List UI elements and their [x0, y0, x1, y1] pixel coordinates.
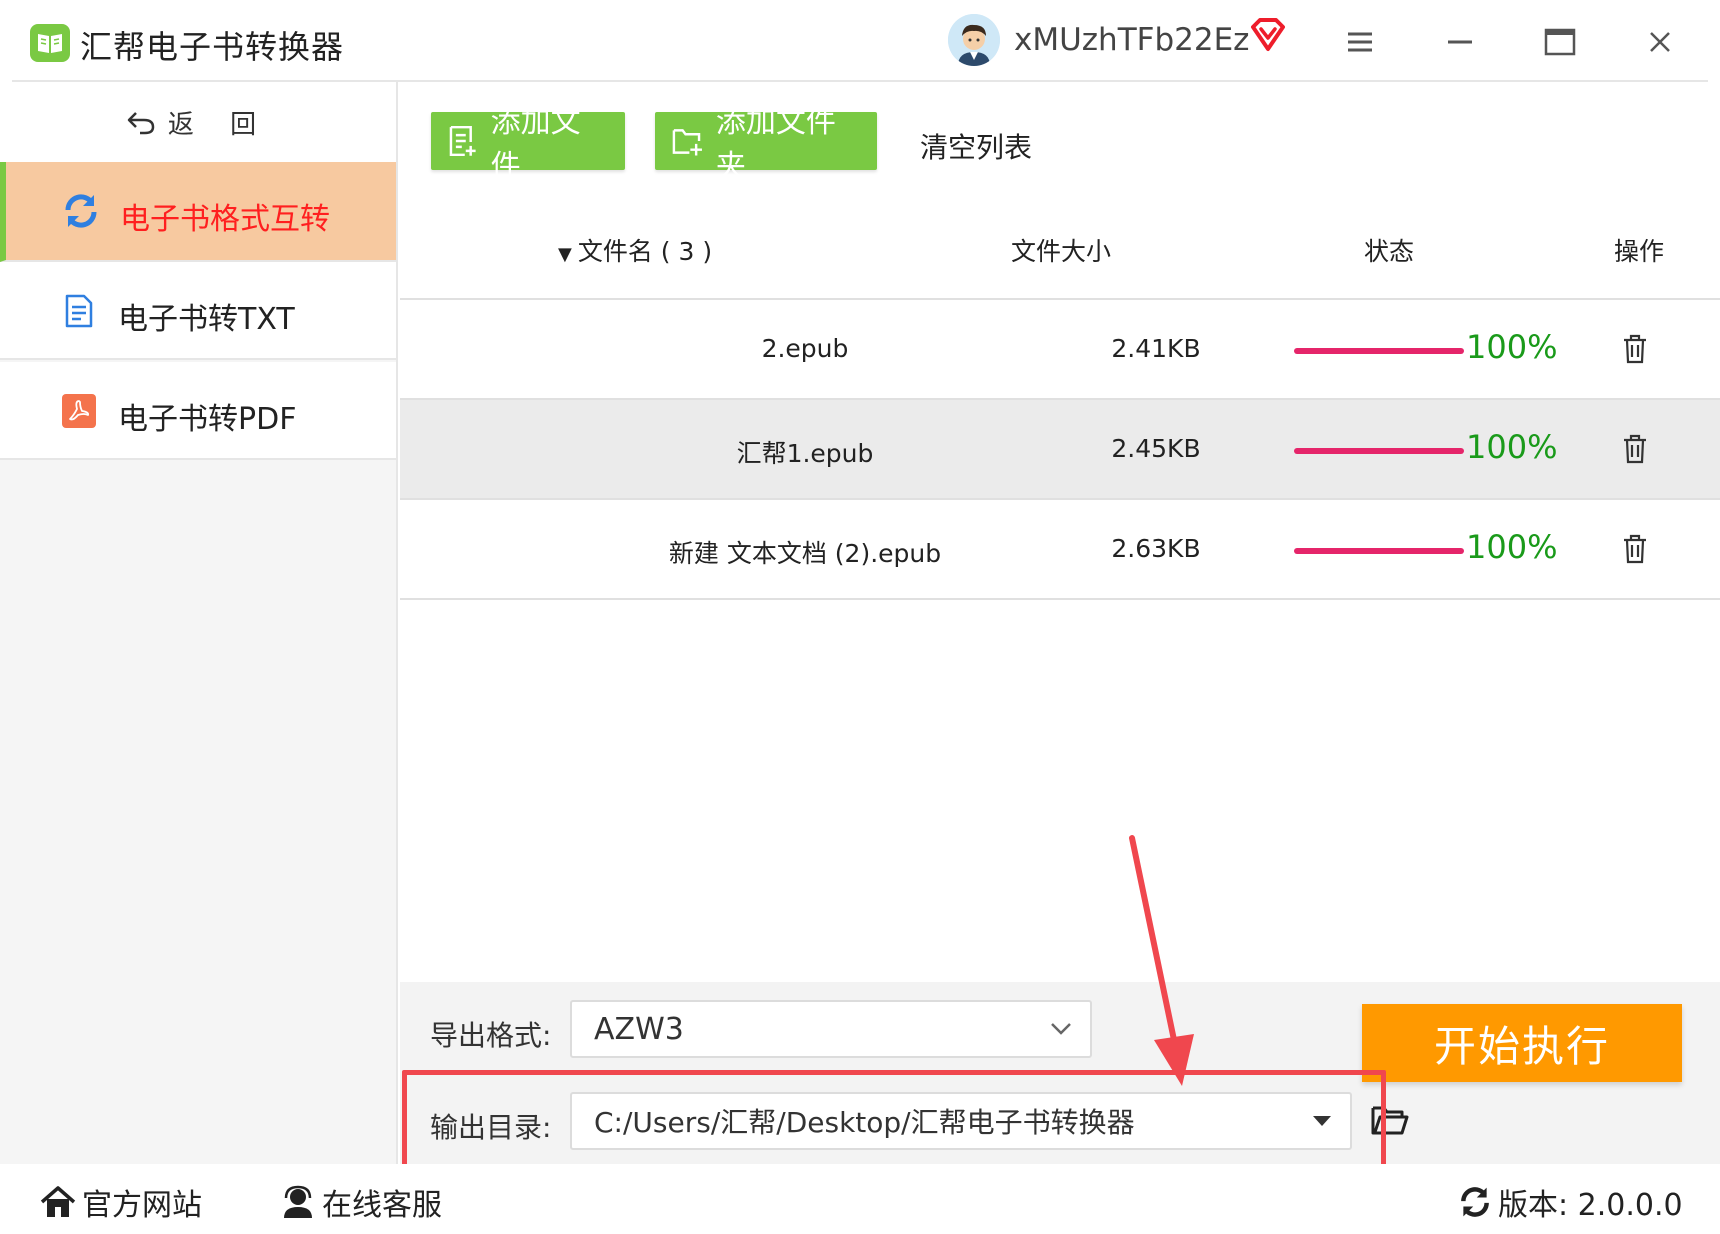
file-name: 新建 文本文档 (2).epub	[668, 539, 942, 568]
add-folder-label: 添加文件夹	[715, 105, 836, 184]
chevron-down-icon	[1051, 1023, 1071, 1035]
table-row[interactable]: 2.epub 2.41KB 100%	[400, 300, 1720, 400]
format-value: AZW3	[594, 1011, 684, 1047]
file-size: 2.45KB	[1111, 434, 1201, 463]
trash-icon[interactable]	[1622, 534, 1648, 568]
sidebar-item-format-convert[interactable]: 电子书格式互转	[0, 162, 396, 262]
trash-icon[interactable]	[1622, 334, 1648, 368]
pdf-icon	[60, 392, 98, 430]
add-folder-icon	[672, 129, 702, 156]
progress-bar	[1294, 348, 1464, 354]
home-icon	[40, 1186, 76, 1217]
close-icon[interactable]	[1636, 18, 1684, 66]
file-name: 汇帮1.epub	[736, 439, 874, 468]
menu-icon[interactable]	[1336, 18, 1384, 66]
table-row[interactable]: 新建 文本文档 (2).epub 2.63KB 100%	[400, 500, 1720, 600]
sidebar-item-label: 电子书格式互转	[120, 202, 330, 237]
file-size: 2.41KB	[1111, 334, 1201, 363]
main-panel: 添加文件 添加文件夹 清空列表 ▼ 文件名 ( 3 ) 文件大小 状态 操作 2.…	[400, 82, 1720, 982]
document-icon	[60, 292, 98, 330]
table-header: ▼ 文件名 ( 3 ) 文件大小 状态 操作	[400, 202, 1720, 300]
table-row[interactable]: 汇帮1.epub 2.45KB 100%	[400, 400, 1720, 500]
title-bar: 汇帮电子书转换器 xMUzhTFb22Ez	[0, 0, 1720, 82]
column-size: 文件大小	[1011, 237, 1112, 266]
progress-bar	[1294, 448, 1464, 454]
vip-diamond-icon[interactable]	[1250, 18, 1286, 56]
add-file-button[interactable]: 添加文件	[431, 105, 625, 184]
sidebar-item-to-txt[interactable]: 电子书转TXT	[0, 262, 396, 360]
refresh-icon	[1461, 1187, 1489, 1217]
status-percent: 100%	[1466, 428, 1558, 466]
status-percent: 100%	[1466, 528, 1558, 566]
clear-list-button[interactable]: 清空列表	[920, 126, 1032, 166]
app-logo-icon	[30, 24, 70, 62]
minimize-icon[interactable]	[1436, 18, 1484, 66]
file-name: 2.epub	[761, 334, 849, 363]
status-percent: 100%	[1466, 328, 1558, 366]
file-size: 2.63KB	[1111, 534, 1201, 563]
format-label: 导出格式:	[430, 1019, 552, 1052]
sidebar-item-label: 电子书转PDF	[118, 402, 297, 437]
version-info[interactable]: 版本: 2.0.0.0	[1458, 1180, 1683, 1224]
back-button[interactable]: 返 回	[0, 82, 396, 162]
back-arrow-icon	[127, 112, 155, 135]
add-file-label: 添加文件	[490, 105, 581, 184]
username[interactable]: xMUzhTFb22Ez	[1014, 22, 1249, 58]
column-name: 文件名 ( 3 )	[577, 237, 713, 266]
trash-icon[interactable]	[1622, 434, 1648, 468]
refresh-icon	[62, 192, 100, 230]
sidebar-item-to-pdf[interactable]: 电子书转PDF	[0, 362, 396, 460]
maximize-icon[interactable]	[1536, 18, 1584, 66]
sidebar-item-label: 电子书转TXT	[118, 302, 295, 337]
add-file-icon	[449, 125, 476, 157]
version-label: 版本: 2.0.0.0	[1498, 1188, 1683, 1223]
format-select[interactable]: AZW3	[570, 1000, 1092, 1058]
column-status: 状态	[1364, 237, 1415, 266]
official-website-label: 官方网站	[82, 1188, 202, 1223]
headset-icon	[284, 1185, 312, 1218]
start-button[interactable]: 开始执行	[1362, 1004, 1682, 1082]
sort-name-header[interactable]: ▼ 文件名 ( 3 )	[558, 232, 712, 268]
sort-down-icon: ▼	[558, 244, 572, 265]
app-title: 汇帮电子书转换器	[80, 28, 345, 66]
sidebar: 返 回 电子书格式互转 电子书转TXT 电子书转PDF	[0, 82, 398, 1164]
online-support-label: 在线客服	[322, 1188, 442, 1223]
official-website-link[interactable]: 官方网站	[40, 1180, 202, 1224]
status-bar: 官方网站 在线客服 版本: 2.0.0.0	[0, 1164, 1720, 1234]
online-support-link[interactable]: 在线客服	[280, 1180, 442, 1224]
highlight-box	[402, 1070, 1386, 1172]
avatar[interactable]	[948, 14, 1000, 66]
column-action: 操作	[1614, 237, 1665, 266]
add-folder-button[interactable]: 添加文件夹	[655, 105, 877, 184]
progress-bar	[1294, 548, 1464, 554]
back-label: 返 回	[167, 109, 271, 140]
